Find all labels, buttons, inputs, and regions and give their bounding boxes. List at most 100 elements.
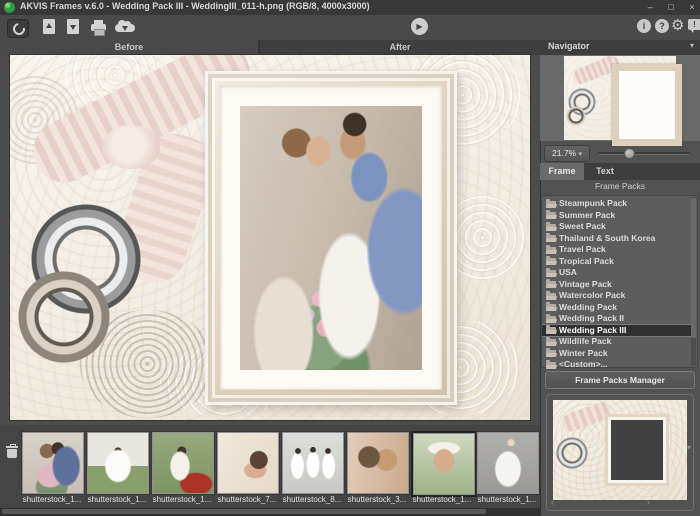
pack-label: Wedding Pack: [559, 302, 617, 314]
frame-packs-manager-button[interactable]: Frame Packs Manager: [545, 371, 695, 389]
vertical-scrollbar[interactable]: [691, 197, 696, 366]
tab-after[interactable]: After: [260, 40, 540, 55]
folder-icon: [546, 362, 556, 369]
thumbnail-image: [153, 433, 213, 493]
folder-icon: [546, 281, 556, 288]
zoom-value: 21.7%: [552, 148, 576, 158]
thumbnail[interactable]: [346, 431, 410, 495]
thumbnail[interactable]: [476, 431, 540, 495]
frame-mat: [220, 86, 442, 390]
thumbnail-selected[interactable]: [411, 431, 477, 497]
thumbnail-label: shutterstock_1...: [84, 495, 150, 506]
scrollbar-thumb[interactable]: [2, 509, 486, 514]
frame-template-preview[interactable]: ▾ ‹ ›: [546, 394, 694, 511]
thumbnail-image: [283, 433, 343, 493]
thumbnail[interactable]: [86, 431, 150, 495]
thumbnail-image: [88, 433, 148, 493]
folder-icon: [546, 316, 556, 323]
pack-label: Steampunk Pack: [559, 198, 627, 210]
view-tab-bar: Before After: [0, 40, 540, 55]
thumbnail-label: shutterstock_3...: [344, 495, 410, 506]
save-image-icon[interactable]: [67, 19, 87, 36]
info-icon[interactable]: i: [637, 19, 651, 33]
print-icon[interactable]: [90, 19, 110, 36]
folder-icon: [546, 350, 556, 357]
previous-frame-arrow-icon[interactable]: ‹: [551, 497, 554, 507]
pack-item[interactable]: Winter Pack: [542, 348, 691, 360]
couple-photo: [240, 106, 422, 370]
zoom-value-dropdown[interactable]: 21.7% ▾: [544, 145, 590, 162]
pack-item[interactable]: Summer Pack: [542, 210, 691, 222]
frame-template-image: [553, 400, 687, 500]
thumbnail[interactable]: [151, 431, 215, 495]
pack-label: Vintage Pack: [559, 279, 612, 291]
folder-icon: [546, 212, 556, 219]
thumbnail-image: [218, 433, 278, 493]
pack-label: Travel Pack: [559, 244, 606, 256]
folder-icon: [546, 258, 556, 265]
framed-wedding-image: [10, 55, 530, 420]
feedback-icon[interactable]: !: [688, 19, 700, 30]
navigator-title: Navigator: [548, 41, 590, 51]
pack-item[interactable]: Thailand & South Korea: [542, 233, 691, 245]
thumbnail-image: [414, 434, 474, 494]
close-button[interactable]: ×: [684, 0, 700, 14]
share-icon[interactable]: [115, 19, 135, 36]
frame-dropdown-arrow-icon[interactable]: ▾: [687, 443, 691, 452]
folder-icon: [546, 270, 556, 277]
thumbnail[interactable]: [281, 431, 345, 495]
pack-label: Thailand & South Korea: [559, 233, 655, 245]
dropdown-arrow-icon: ▾: [578, 151, 582, 158]
tab-before[interactable]: Before: [0, 40, 258, 55]
image-canvas[interactable]: [0, 55, 540, 425]
help-icon[interactable]: ?: [655, 19, 669, 33]
thumbnail[interactable]: [216, 431, 280, 495]
logo-swirl-icon: [11, 21, 28, 38]
trash-body: [7, 449, 17, 458]
pack-label: Wildlife Pack: [559, 336, 611, 348]
pack-item[interactable]: Wildlife Pack: [542, 336, 691, 348]
arrow-up-glyph: [46, 23, 52, 28]
wedding-ring: [14, 267, 114, 367]
preferences-gear-icon[interactable]: ⚙: [671, 16, 684, 36]
navigator-header[interactable]: Navigator ▾: [540, 40, 700, 55]
toolbar: ▶ i ? ⚙ !: [0, 15, 700, 41]
minimize-button[interactable]: –: [642, 0, 658, 14]
next-frame-arrow-icon[interactable]: ›: [647, 497, 650, 507]
filmstrip: shutterstock_1... shutterstock_1... shut…: [0, 425, 540, 516]
folder-icon: [546, 293, 556, 300]
maximize-button[interactable]: □: [663, 0, 679, 14]
pack-item[interactable]: USA: [542, 267, 691, 279]
window-title: AKVIS Frames v.6.0 - Wedding Pack III - …: [20, 1, 370, 11]
folder-icon: [546, 235, 556, 242]
open-image-icon[interactable]: [43, 19, 63, 36]
run-button[interactable]: ▶: [411, 18, 428, 35]
pack-label: Tropical Pack: [559, 256, 614, 268]
trash-icon[interactable]: [6, 444, 18, 458]
zoom-slider-handle[interactable]: [624, 148, 635, 159]
horizontal-scrollbar[interactable]: [0, 508, 540, 516]
pack-item[interactable]: Wedding Pack: [542, 302, 691, 314]
pack-item[interactable]: Sweet Pack: [542, 221, 691, 233]
pack-label: Winter Pack: [559, 348, 608, 360]
thumbnail[interactable]: [21, 431, 85, 495]
akvis-logo-icon: [4, 2, 15, 13]
pack-item-selected[interactable]: Wedding Pack III: [542, 324, 691, 338]
pack-item[interactable]: Steampunk Pack: [542, 198, 691, 210]
ornate-photo-frame: [205, 71, 457, 405]
pack-item[interactable]: Travel Pack: [542, 244, 691, 256]
folder-icon: [546, 304, 556, 311]
home-icon[interactable]: [7, 19, 29, 38]
tab-frame[interactable]: Frame: [540, 163, 584, 180]
zoom-slider-track[interactable]: [598, 152, 690, 155]
pack-item[interactable]: Watercolor Pack: [542, 290, 691, 302]
pack-item[interactable]: Vintage Pack: [542, 279, 691, 291]
tab-text[interactable]: Text: [584, 163, 626, 180]
pack-label: <Custom>...: [559, 359, 608, 371]
navigator-preview[interactable]: [540, 55, 700, 141]
thumbnail-label: shutterstock_1...: [149, 495, 215, 506]
pack-item[interactable]: Tropical Pack: [542, 256, 691, 268]
scrollbar-thumb[interactable]: [691, 198, 696, 338]
pack-item[interactable]: <Custom>...: [542, 359, 691, 371]
collapse-arrow-icon[interactable]: ▾: [690, 41, 694, 50]
